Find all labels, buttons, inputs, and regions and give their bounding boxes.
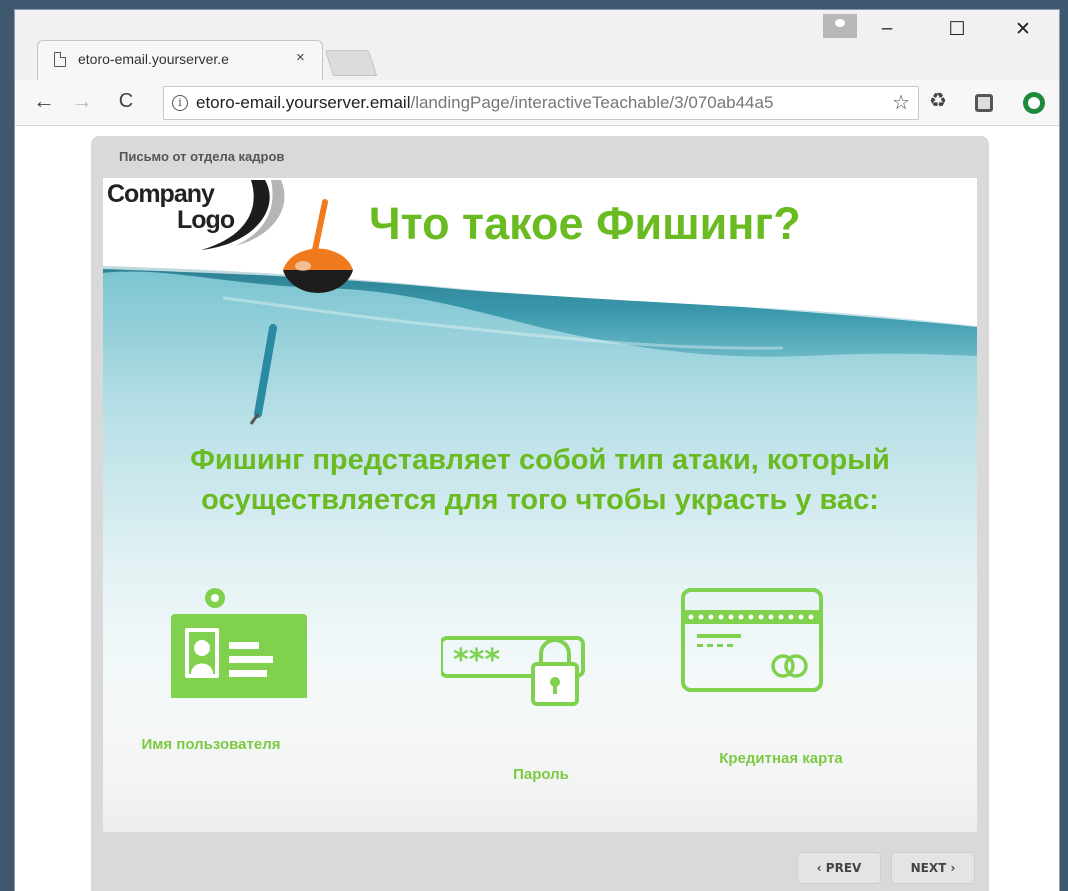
item-password: *** Пароль — [441, 588, 641, 788]
tab-title: etoro-email.yourserver.e — [78, 51, 229, 67]
credit-card-icon — [681, 588, 823, 692]
prev-button[interactable]: ‹ PREV — [797, 852, 881, 884]
course-player: Письмо от отдела кадров Company Logo Что… — [91, 136, 989, 891]
item-label-credit-card: Кредитная карта — [719, 750, 843, 767]
back-icon[interactable]: ← — [29, 88, 59, 114]
recycle-extension-icon[interactable]: ♻ — [929, 88, 951, 112]
close-button[interactable]: ✕ — [1003, 18, 1043, 41]
tab-active[interactable]: etoro-email.yourserver.e × — [37, 40, 323, 80]
page-icon — [54, 52, 66, 67]
browser-window: etoro-email.yourserver.e × – ☐ ✕ ← → C i… — [14, 9, 1060, 891]
slide-heading: Что такое Фишинг? — [369, 198, 801, 249]
info-icon[interactable]: i — [172, 95, 188, 111]
reload-icon[interactable]: C — [111, 90, 141, 113]
slide-subtitle: Фишинг представляет собой тип атаки, кот… — [190, 444, 890, 516]
new-tab-button[interactable] — [324, 50, 378, 76]
password-mask: *** — [453, 643, 500, 678]
forward-icon[interactable]: → — [67, 88, 97, 114]
password-lock-icon: *** — [441, 636, 585, 706]
page-content: Письмо от отдела кадров Company Logo Что… — [15, 127, 1059, 891]
minimize-button[interactable]: – — [867, 18, 907, 40]
logo-line1: Company — [107, 180, 215, 208]
tab-close-icon[interactable]: × — [296, 49, 305, 66]
url-path: /landingPage/interactiveTeachable/3/070a… — [410, 93, 774, 112]
item-credit-card: Кредитная карта — [681, 588, 881, 788]
item-label-username: Имя пользователя — [141, 736, 281, 753]
url-text: etoro-email.yourserver.email/landingPage… — [196, 93, 896, 113]
bookmark-star-icon[interactable]: ☆ — [892, 90, 910, 115]
address-bar[interactable]: i etoro-email.yourserver.email/landingPa… — [163, 86, 919, 120]
player-title: Письмо от отдела кадров — [119, 149, 285, 164]
url-host: etoro-email.yourserver.email — [196, 93, 411, 112]
next-button[interactable]: NEXT › — [891, 852, 975, 884]
item-label-password: Пароль — [513, 766, 569, 783]
maximize-button[interactable]: ☐ — [937, 18, 977, 41]
browser-toolbar: ← → C i etoro-email.yourserver.email/lan… — [15, 80, 1059, 126]
title-bar: etoro-email.yourserver.e × – ☐ ✕ — [15, 10, 1059, 80]
item-username: Имя пользователя — [111, 588, 311, 788]
square-extension-icon[interactable] — [975, 94, 993, 112]
logo-line2: Logo — [177, 206, 235, 234]
slide: Company Logo Что такое Фишинг? Фишинг пр… — [103, 178, 977, 832]
company-logo: Company Logo — [105, 178, 295, 258]
profile-icon[interactable] — [823, 14, 857, 38]
id-badge-icon — [171, 588, 307, 698]
green-extension-icon[interactable] — [1023, 92, 1045, 114]
